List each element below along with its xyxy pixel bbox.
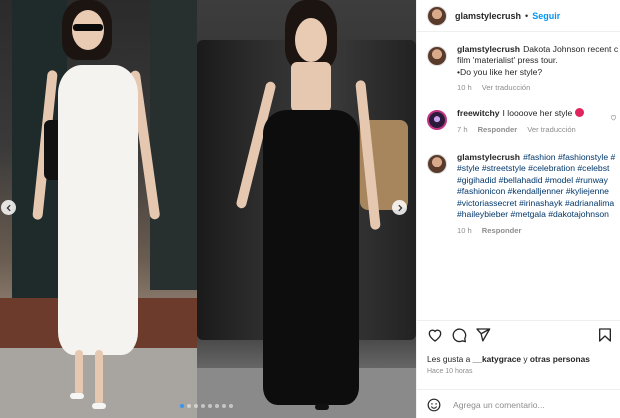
- bookmark-icon[interactable]: [597, 327, 613, 343]
- shoe-left: [70, 393, 84, 399]
- see-translation-link[interactable]: Ver traducción: [482, 83, 531, 92]
- post-actions: Les gusta a __katygrace y otras personas…: [417, 320, 620, 418]
- next-button[interactable]: [392, 200, 407, 215]
- comment-text-line: I loooove her style: [502, 108, 573, 118]
- carousel-dot: [215, 404, 219, 408]
- carousel-dot: [222, 404, 226, 408]
- carousel-indicator: [180, 404, 233, 408]
- comment-time[interactable]: 10 h: [457, 226, 472, 235]
- likes-prefix: Les gusta a: [427, 354, 471, 364]
- comment-meta: 10 h Ver traducción: [457, 82, 620, 93]
- comment-username[interactable]: glamstylecrush: [457, 44, 520, 54]
- avatar[interactable]: [427, 154, 447, 174]
- carousel-dot: [194, 404, 198, 408]
- chevron-right-icon: [397, 204, 403, 211]
- avatar[interactable]: [427, 46, 447, 66]
- comment-body: freewitchy I loooove her style 7 h Respond…: [457, 108, 607, 136]
- carousel-dot: [180, 404, 184, 408]
- comment-icon[interactable]: [451, 327, 467, 343]
- avatar[interactable]: [427, 5, 447, 26]
- comment: freewitchy I loooove her style 7 h Respond…: [427, 108, 620, 136]
- carousel-dot: [229, 404, 233, 408]
- hashtags-line[interactable]: #fashion #fashionstyle #: [523, 152, 615, 162]
- comment-composer: [417, 389, 620, 418]
- hashtags-line[interactable]: #fashionicon #kendalljenner #kyliejenne: [457, 186, 620, 197]
- emoji-icon[interactable]: [427, 398, 441, 412]
- likes-summary: Les gusta a __katygrace y otras personas: [427, 354, 590, 364]
- comment-text-line: film 'materialist' press tour.: [457, 55, 558, 66]
- black-dress: [263, 110, 359, 405]
- photo-white-dress: [0, 0, 197, 418]
- share-icon[interactable]: [475, 327, 491, 343]
- header-separator: •: [525, 10, 529, 21]
- post-sidebar: glamstylecrush • Seguir glamstylecrush Da…: [416, 0, 620, 418]
- comment-username[interactable]: freewitchy: [457, 108, 500, 118]
- face: [295, 18, 327, 62]
- caption: glamstylecrush Dakota Johnson recent c fi…: [427, 44, 620, 94]
- comment-username[interactable]: glamstylecrush: [457, 152, 520, 162]
- comment-body: glamstylecrush #fashion #fashionstyle # #…: [457, 152, 620, 237]
- comment-time[interactable]: 7 h: [457, 125, 468, 134]
- reply-button[interactable]: Responder: [478, 125, 518, 134]
- carousel-dot: [187, 404, 191, 408]
- heart-eyes-emoji: [574, 108, 584, 117]
- comment-text-line: Dakota Johnson recent c: [523, 44, 619, 54]
- sunglasses: [73, 24, 103, 31]
- comment-time[interactable]: 10 h: [457, 83, 472, 92]
- shoe: [315, 404, 329, 410]
- hashtags-line[interactable]: #style #streetstyle #celebration #celebs…: [457, 163, 620, 174]
- comment-meta: 10 h Responder: [457, 225, 620, 236]
- chevron-left-icon: [5, 204, 11, 211]
- comments-list: glamstylecrush Dakota Johnson recent c fi…: [417, 40, 620, 320]
- hashtags-line[interactable]: #haileybieber #metgala #dakotajohnson: [457, 209, 620, 220]
- leg-right: [95, 350, 103, 405]
- post-time[interactable]: Hace 10 horas: [427, 368, 473, 375]
- shoe-right: [92, 403, 106, 409]
- likes-others-link[interactable]: otras personas: [530, 354, 590, 364]
- reply-button[interactable]: Responder: [482, 226, 522, 235]
- carousel-dot: [201, 404, 205, 408]
- likes-and: y: [523, 354, 528, 364]
- comment-body: glamstylecrush Dakota Johnson recent c fi…: [457, 44, 620, 94]
- instagram-post: glamstylecrush • Seguir glamstylecrush Da…: [0, 0, 620, 418]
- leg-left: [75, 350, 83, 395]
- comment-meta: 7 h Responder Ver traducción: [457, 124, 607, 135]
- hashtags-line[interactable]: #victoriassecret #irinashayk #adrianalim…: [457, 198, 620, 209]
- woman-white-dress: [32, 0, 161, 418]
- prev-button[interactable]: [1, 200, 16, 215]
- see-translation-link[interactable]: Ver traducción: [527, 125, 576, 134]
- avatar[interactable]: [427, 110, 447, 130]
- photo-black-dress: [197, 0, 416, 418]
- follow-button[interactable]: Seguir: [532, 11, 560, 21]
- hashtags-line[interactable]: #gigihadid #bellahadid #model #runway: [457, 175, 620, 186]
- action-icons: [427, 327, 491, 343]
- carousel-dot: [208, 404, 212, 408]
- likes-user-link[interactable]: __katygrace: [473, 354, 521, 364]
- comment: glamstylecrush #fashion #fashionstyle # #…: [427, 152, 620, 237]
- heart-icon[interactable]: [427, 327, 443, 343]
- woman-black-dress: [235, 0, 381, 418]
- header-username[interactable]: glamstylecrush: [455, 11, 521, 21]
- post-header: glamstylecrush • Seguir: [417, 0, 620, 32]
- like-comment-icon[interactable]: [610, 114, 617, 121]
- comment-input[interactable]: [453, 399, 603, 410]
- shoulders: [291, 62, 331, 112]
- post-media[interactable]: [0, 0, 416, 418]
- white-dress: [58, 65, 138, 355]
- comment-text-line: •Do you like her style?: [457, 66, 543, 77]
